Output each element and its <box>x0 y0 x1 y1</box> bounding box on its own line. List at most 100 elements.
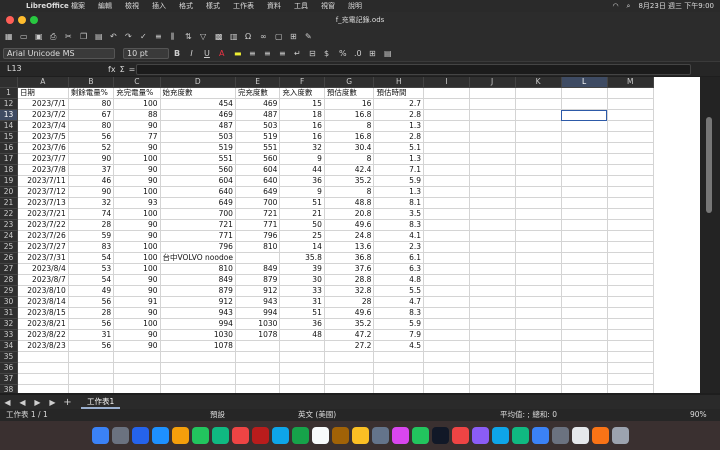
cell[interactable]: 28.8 <box>324 274 375 287</box>
cell[interactable] <box>561 131 608 144</box>
cell[interactable] <box>423 274 470 287</box>
cell[interactable]: 2023/7/26 <box>17 230 69 243</box>
cut-icon[interactable]: ✂ <box>62 31 73 42</box>
cell[interactable] <box>515 307 562 320</box>
sum-icon[interactable]: Σ <box>120 65 125 74</box>
cell[interactable] <box>561 241 608 254</box>
cell[interactable]: 3.5 <box>373 208 425 221</box>
cell[interactable]: 32 <box>279 142 325 155</box>
cell[interactable] <box>515 142 562 155</box>
row-icon[interactable]: ≡ <box>152 31 163 42</box>
cell[interactable]: 649 <box>235 186 281 199</box>
cell[interactable] <box>515 384 562 393</box>
menu-item[interactable]: 檔案 <box>71 0 85 12</box>
cell[interactable]: 879 <box>235 274 281 287</box>
menu-item[interactable]: 樣式 <box>206 0 220 12</box>
cell[interactable] <box>469 329 516 342</box>
cell[interactable] <box>515 340 562 353</box>
cell[interactable]: 771 <box>160 230 236 243</box>
cell[interactable] <box>469 384 516 393</box>
menu-item[interactable]: 說明 <box>348 0 362 12</box>
keynote-icon[interactable] <box>491 427 509 444</box>
cell[interactable]: 4.7 <box>373 296 425 309</box>
menu-item[interactable]: 資料 <box>267 0 281 12</box>
cell[interactable] <box>561 87 608 100</box>
cell[interactable]: 28 <box>68 307 115 320</box>
cell[interactable] <box>324 384 375 393</box>
cell[interactable]: 2023/7/6 <box>17 142 69 155</box>
cell[interactable]: 100 <box>113 252 161 265</box>
cell[interactable] <box>17 373 69 386</box>
cell[interactable] <box>423 252 470 265</box>
save-icon[interactable]: ▣ <box>32 31 43 42</box>
cell[interactable]: 28 <box>324 296 375 309</box>
cell[interactable]: 90 <box>113 307 161 320</box>
cell[interactable]: 2023/7/27 <box>17 241 69 254</box>
cell[interactable] <box>469 362 516 375</box>
cell[interactable] <box>17 384 69 393</box>
cell[interactable] <box>515 131 562 144</box>
cell[interactable] <box>423 351 470 364</box>
cell[interactable]: 503 <box>235 120 281 133</box>
spellcheck-icon[interactable]: ✓ <box>137 31 148 42</box>
cell[interactable] <box>561 296 608 309</box>
row-header[interactable]: 19 <box>0 175 18 188</box>
cell[interactable] <box>561 362 608 375</box>
photos-icon[interactable] <box>391 427 409 444</box>
cell[interactable]: 503 <box>160 131 236 144</box>
cell[interactable]: 6.1 <box>373 252 425 265</box>
cell[interactable]: 90 <box>113 120 161 133</box>
column-header[interactable]: F <box>279 77 325 89</box>
cell[interactable]: 始充度數 <box>160 87 236 100</box>
cell[interactable] <box>515 120 562 133</box>
borders-icon[interactable]: ⊞ <box>366 48 377 59</box>
language[interactable]: 英文 (美國) <box>298 409 336 421</box>
cell[interactable] <box>561 98 608 111</box>
row-header[interactable]: 25 <box>0 241 18 254</box>
redo-icon[interactable]: ↷ <box>122 31 133 42</box>
cell[interactable]: 30.4 <box>324 142 375 155</box>
cell[interactable]: 100 <box>113 318 161 331</box>
row-header[interactable]: 31 <box>0 307 18 320</box>
cell[interactable] <box>607 186 654 199</box>
print-icon[interactable]: ⎙ <box>47 31 58 42</box>
cell[interactable]: 849 <box>235 263 281 276</box>
cell[interactable] <box>561 164 608 177</box>
cell[interactable] <box>423 384 470 393</box>
cell[interactable]: 53 <box>68 263 115 276</box>
cell[interactable] <box>515 329 562 342</box>
cell[interactable] <box>423 241 470 254</box>
column-header[interactable]: J <box>469 77 516 89</box>
cell[interactable]: 721 <box>235 208 281 221</box>
font-size-box[interactable]: 10 pt <box>123 47 169 59</box>
cell[interactable] <box>561 263 608 276</box>
row-header[interactable]: 34 <box>0 340 18 353</box>
photo-booth-icon[interactable] <box>231 427 249 444</box>
cell[interactable] <box>561 252 608 265</box>
cell[interactable] <box>561 197 608 210</box>
column-header[interactable]: G <box>324 77 375 89</box>
calendar-icon[interactable] <box>311 427 329 444</box>
cell[interactable] <box>561 307 608 320</box>
apple-tv-icon[interactable] <box>431 427 449 444</box>
cell[interactable] <box>423 208 470 221</box>
row-header[interactable]: 22 <box>0 208 18 221</box>
cell[interactable] <box>515 285 562 298</box>
app-store-icon[interactable] <box>531 427 549 444</box>
align-right-icon[interactable]: ≡ <box>276 48 287 59</box>
page-style[interactable]: 預設 <box>210 409 225 421</box>
cell[interactable] <box>607 175 654 188</box>
draw-icon[interactable]: ✎ <box>302 31 313 42</box>
cell[interactable] <box>423 362 470 375</box>
cell[interactable] <box>113 351 161 364</box>
paste-icon[interactable]: ▤ <box>92 31 103 42</box>
row-header[interactable]: 30 <box>0 296 18 309</box>
cell[interactable] <box>607 373 654 386</box>
cell[interactable]: 15 <box>279 98 325 111</box>
cell[interactable]: 83 <box>68 241 115 254</box>
cell[interactable] <box>515 230 562 243</box>
cell[interactable] <box>561 120 608 133</box>
highlight-icon[interactable]: ▬ <box>231 48 242 59</box>
cell[interactable]: 8.1 <box>373 197 425 210</box>
cell[interactable]: 36 <box>279 318 325 331</box>
